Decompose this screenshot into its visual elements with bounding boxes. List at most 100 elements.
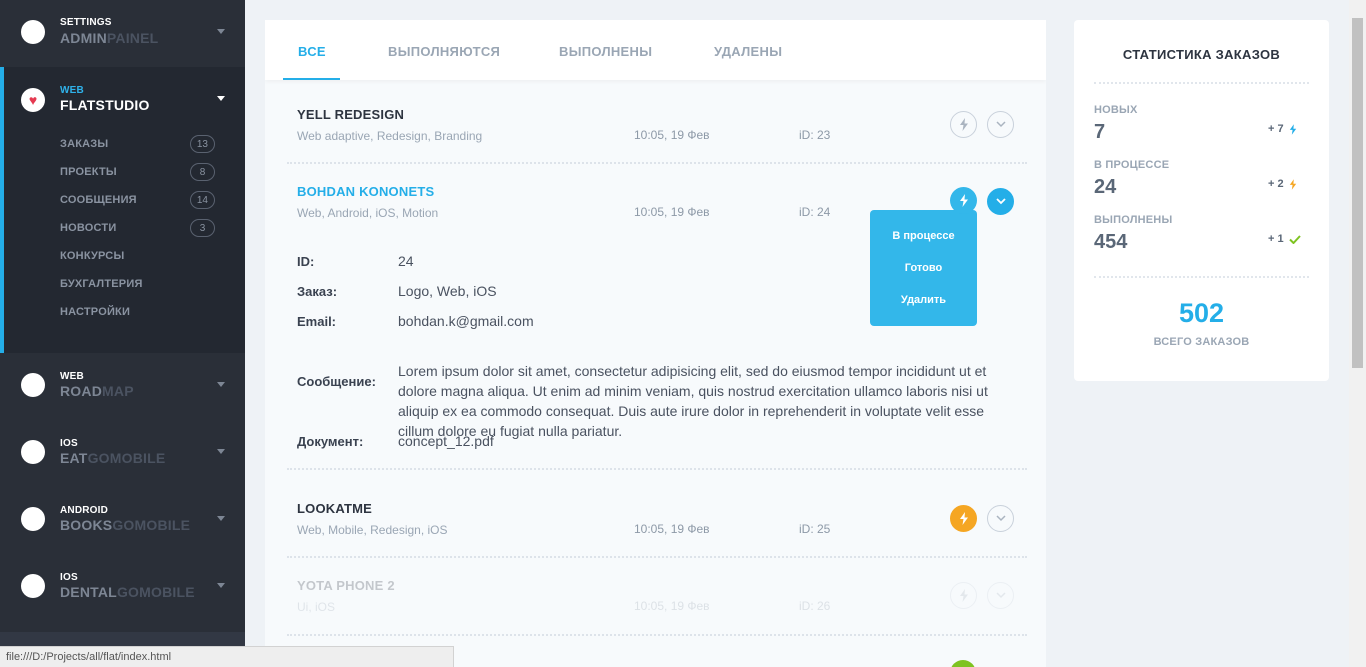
tab-bar: ВСЕ ВЫПОЛНЯЮТСЯ ВЫПОЛНЕНЫ УДАЛЕНЫ	[265, 20, 1046, 80]
project-avatar	[21, 507, 45, 531]
chevron-down-icon[interactable]	[217, 382, 225, 387]
tab-in-progress[interactable]: ВЫПОЛНЯЮТСЯ	[388, 44, 500, 59]
order-tags: Web adaptive, Redesign, Branding	[297, 129, 483, 143]
detail-label: Заказ:	[297, 284, 338, 299]
sidebar-item-accounting[interactable]: БУХГАЛТЕРИЯ	[60, 275, 215, 293]
detail-label: Документ:	[297, 434, 364, 449]
project-dentalgomobile[interactable]: IOS DENTALGOMOBILE	[0, 554, 245, 620]
sidebar-item-news[interactable]: НОВОСТИ 3	[60, 219, 215, 237]
stat-value: 24	[1094, 176, 1117, 198]
project-roadmap[interactable]: WEB ROADMAP	[0, 353, 245, 419]
expand-button[interactable]	[987, 111, 1014, 138]
project-eatgomobile[interactable]: IOS EATGOMOBILE	[0, 420, 245, 486]
detail-label: Сообщение:	[297, 374, 376, 389]
bolt-icon	[959, 194, 968, 207]
order-id: iD: 23	[799, 128, 831, 142]
project-name: ROADMAP	[60, 383, 134, 399]
status-button[interactable]	[950, 505, 977, 532]
project-category: WEB	[60, 85, 84, 96]
status-button-active[interactable]	[950, 187, 977, 214]
menu-item-done[interactable]: Готово	[870, 262, 977, 274]
chevron-down-icon[interactable]	[217, 29, 225, 34]
collapse-button[interactable]	[987, 188, 1014, 215]
expand-button[interactable]	[987, 582, 1014, 609]
message-value: Lorem ipsum dolor sit amet, consectetur …	[398, 363, 988, 439]
project-avatar	[21, 373, 45, 397]
expand-button[interactable]	[987, 505, 1014, 532]
project-flatstudio[interactable]: ♥ WEB FLATSTUDIO ЗАКАЗЫ 13 ПРОЕКТЫ 8 СООБЩ…	[0, 67, 245, 353]
order-tags: Web, Mobile, Redesign, iOS	[297, 523, 448, 537]
stat-label: НОВЫХ	[1094, 104, 1138, 116]
project-admin-painel[interactable]: SETTINGS ADMINPAINEL	[0, 0, 245, 66]
sidebar-item-orders[interactable]: ЗАКАЗЫ 13	[60, 135, 215, 153]
tab-done[interactable]: ВЫПОЛНЕНЫ	[559, 44, 652, 59]
stat-delta: + 7	[1268, 123, 1297, 135]
stat-value: 7	[1094, 121, 1106, 143]
chevron-down-icon[interactable]	[217, 516, 225, 521]
chevron-down-icon[interactable]	[217, 449, 225, 454]
orders-panel: ВСЕ ВЫПОЛНЯЮТСЯ ВЫПОЛНЕНЫ УДАЛЕНЫ YELL R…	[265, 20, 1046, 667]
scrollbar[interactable]	[1349, 0, 1366, 667]
stat-delta: + 2	[1268, 178, 1297, 190]
chevron-down-icon	[995, 198, 1006, 205]
sidebar-item-settings[interactable]: НАСТРОЙКИ	[60, 303, 215, 321]
project-category: ANDROID	[60, 505, 109, 516]
project-name: DENTALGOMOBILE	[60, 584, 195, 600]
detail-label: ID:	[297, 254, 315, 269]
chevron-down-icon	[995, 515, 1006, 522]
heart-avatar: ♥	[21, 88, 45, 112]
tab-all[interactable]: ВСЕ	[298, 44, 326, 59]
browser-status-bar: file:///D:/Projects/all/flat/index.html	[0, 646, 454, 667]
order-id: iD: 24	[799, 205, 831, 219]
sidebar-item-projects[interactable]: ПРОЕКТЫ 8	[60, 163, 215, 181]
order-row[interactable]: YOTA PHONE 2 Ui, iOS 10:05, 19 Фев iD: 2…	[265, 558, 1046, 636]
project-name: FLATSTUDIO	[60, 97, 150, 113]
total-orders-label: ВСЕГО ЗАКАЗОВ	[1153, 336, 1250, 348]
project-category: WEB	[60, 371, 84, 382]
tab-deleted[interactable]: УДАЛЕНЫ	[714, 44, 782, 59]
status-button[interactable]	[950, 111, 977, 138]
sidebar-item-messages[interactable]: СООБЩЕНИЯ 14	[60, 191, 215, 209]
check-icon	[1288, 234, 1301, 244]
stats-card: СТАТИСТИКА ЗАКАЗОВ НОВЫХ 7 + 7 В ПРОЦЕСС…	[1074, 20, 1329, 381]
order-id: iD: 25	[799, 522, 831, 536]
sidebar-item-contests[interactable]: КОНКУРСЫ	[60, 247, 215, 265]
heart-icon: ♥	[28, 92, 38, 108]
project-booksgomobile[interactable]: ANDROID BOOKSGOMOBILE	[0, 487, 245, 553]
chevron-down-icon	[995, 121, 1006, 128]
active-indicator	[0, 67, 4, 353]
bolt-icon	[1289, 178, 1296, 190]
stats-title: СТАТИСТИКА ЗАКАЗОВ	[1122, 47, 1281, 62]
count-badge: 14	[189, 191, 215, 209]
chevron-down-icon[interactable]	[217, 96, 225, 101]
order-time: 10:05, 19 Фев	[634, 205, 710, 219]
project-avatar	[21, 574, 45, 598]
menu-item-delete[interactable]: Удалить	[870, 294, 977, 306]
document-link[interactable]: concept_12.pdf	[398, 431, 494, 451]
order-row[interactable]: YELL REDESIGN Web adaptive, Redesign, Br…	[265, 80, 1046, 164]
stat-label: ВЫПОЛНЕНЫ	[1094, 214, 1173, 226]
row-divider	[287, 634, 1027, 636]
chevron-down-icon[interactable]	[217, 583, 225, 588]
stat-label: В ПРОЦЕССЕ	[1094, 159, 1170, 171]
stats-divider	[1094, 82, 1309, 84]
count-badge: 3	[190, 219, 215, 237]
order-title: BOHDAN KONONETS	[297, 184, 435, 199]
order-title: YOTA PHONE 2	[297, 578, 395, 593]
detail-value: 24	[398, 253, 414, 269]
project-name: BOOKSGOMOBILE	[60, 517, 191, 533]
project-category: SETTINGS	[60, 17, 112, 28]
order-row[interactable]: LOOKATME Web, Mobile, Redesign, iOS 10:0…	[265, 470, 1046, 558]
sidebar: SETTINGS ADMINPAINEL ♥ WEB FLATSTUDIO ЗА…	[0, 0, 245, 667]
order-id: iD: 26	[799, 599, 831, 613]
order-tags: Ui, iOS	[297, 600, 336, 614]
project-avatar	[21, 440, 45, 464]
email-value[interactable]: bohdan.k@gmail.com	[398, 311, 534, 331]
menu-item-in-progress[interactable]: В процессе	[870, 230, 977, 242]
status-button[interactable]	[950, 582, 977, 609]
detail-value: Logo, Web, iOS	[398, 283, 497, 299]
total-orders-value: 502	[1178, 298, 1225, 328]
project-name: ADMINPAINEL	[60, 30, 159, 46]
scrollbar-thumb[interactable]	[1352, 18, 1363, 368]
bolt-icon	[1289, 123, 1296, 135]
